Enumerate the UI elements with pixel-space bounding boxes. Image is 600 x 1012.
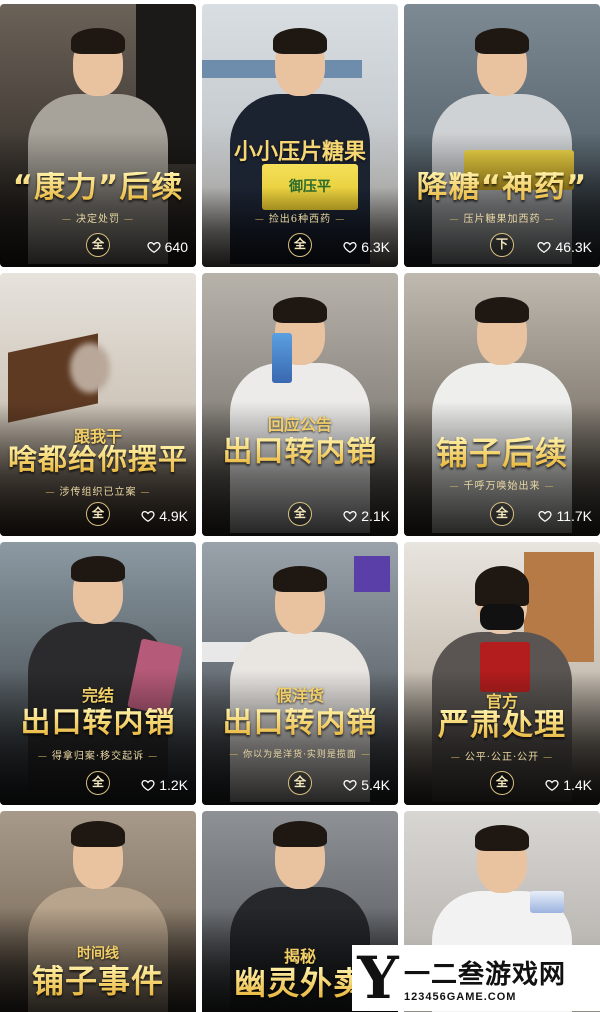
heart-outline-icon: [343, 779, 357, 792]
video-title: 出口转内销: [202, 437, 398, 467]
video-tile[interactable]: “康力”后续 决定处罚 全 640: [0, 4, 196, 267]
like-count: 1.4K: [545, 777, 592, 793]
like-count-value: 2.1K: [361, 508, 390, 524]
heart-outline-icon: [141, 779, 155, 792]
collection-badge: 全: [490, 502, 514, 526]
watermark-site-name: 一二叁游戏网: [404, 959, 567, 990]
collection-badge: 下: [490, 233, 514, 257]
like-count-value: 46.3K: [555, 239, 592, 255]
heart-outline-icon: [343, 241, 357, 254]
video-subtitle: 决定处罚: [0, 210, 196, 225]
collection-badge: 全: [86, 233, 110, 257]
face-mask: [480, 604, 524, 630]
collection-badge: 全: [490, 771, 514, 795]
video-title: 啥都给你摆平: [0, 445, 196, 474]
video-subtitle: 公平·公正·公开: [404, 748, 600, 763]
video-tile[interactable]: 官方 严肃处理 公平·公正·公开 全 1.4K: [404, 542, 600, 805]
like-count: 4.9K: [141, 508, 188, 524]
collection-badge: 全: [288, 502, 312, 526]
video-tag: 假洋货: [275, 686, 324, 705]
blurred-figure: [70, 343, 110, 393]
video-headline: 小小压片糖果: [233, 140, 366, 165]
video-title: 铺子后续: [404, 437, 600, 469]
watermark-url: 123456GAME.COM: [404, 990, 517, 1003]
video-title: 出口转内销: [202, 708, 398, 738]
video-subtitle: 涉传组织已立案: [0, 483, 196, 498]
video-tile[interactable]: 小小压片糖果 御压平 捡出6种西药 全 6.3K: [202, 4, 398, 267]
video-title: 降糖“神药”: [404, 172, 600, 203]
watermark-logo-letter: Y: [357, 944, 399, 1012]
like-count: 6.3K: [343, 239, 390, 255]
heart-outline-icon: [538, 510, 552, 523]
heart-outline-icon: [545, 779, 559, 792]
product-box: [530, 891, 564, 913]
video-title: “康力”后续: [0, 172, 196, 203]
collection-badge: 全: [288, 771, 312, 795]
like-count-value: 11.7K: [556, 508, 592, 524]
video-tile[interactable]: 时间线 铺子事件: [0, 811, 196, 1012]
video-tile[interactable]: 完结 出口转内销 得拿归案·移交起诉 全 1.2K: [0, 542, 196, 805]
video-tile[interactable]: 铺子后续 千呼万唤始出来 全 11.7K: [404, 273, 600, 536]
collection-badge: 全: [288, 233, 312, 257]
like-count-value: 1.4K: [563, 777, 592, 793]
site-watermark: Y 一二叁游戏网 123456GAME.COM: [352, 945, 600, 1011]
video-subtitle: 压片糖果加西药: [404, 210, 600, 225]
like-count: 2.1K: [343, 508, 390, 524]
heart-outline-icon: [141, 510, 155, 523]
collection-badge: 全: [86, 502, 110, 526]
heart-outline-icon: [537, 241, 551, 254]
video-tag: 时间线: [77, 946, 119, 962]
collection-badge: 全: [86, 771, 110, 795]
heart-outline-icon: [147, 241, 161, 254]
video-tag: 回应公告: [267, 415, 332, 434]
like-count: 11.7K: [538, 508, 592, 524]
heart-outline-icon: [343, 510, 357, 523]
video-subtitle: 你以为是洋货·实则是揽面: [202, 747, 398, 760]
like-count: 1.2K: [141, 777, 188, 793]
video-grid: “康力”后续 决定处罚 全 640 小小压片糖果 御压平 捡出6种西药 全 6.…: [0, 0, 600, 1012]
video-title: 出口转内销: [0, 708, 196, 738]
like-count-value: 4.9K: [159, 508, 188, 524]
like-count-value: 1.2K: [159, 777, 188, 793]
like-count-value: 6.3K: [361, 239, 390, 255]
video-subtitle: 捡出6种西药: [202, 210, 398, 225]
video-tile[interactable]: 回应公告 出口转内销 全 2.1K: [202, 273, 398, 536]
video-tile[interactable]: 降糖“神药” 压片糖果加西药 下 46.3K: [404, 4, 600, 267]
product-tube: [272, 333, 292, 383]
like-count: 46.3K: [537, 239, 592, 255]
like-count: 640: [147, 239, 188, 255]
video-tile[interactable]: 假洋货 出口转内销 你以为是洋货·实则是揽面 全 5.4K: [202, 542, 398, 805]
like-count-value: 5.4K: [361, 777, 390, 793]
video-subtitle: 千呼万唤始出来: [404, 477, 600, 492]
video-title: 铺子事件: [0, 965, 196, 997]
like-count-value: 640: [164, 239, 188, 255]
video-title: 严肃处理: [404, 710, 600, 741]
video-tag: 完结: [81, 686, 114, 705]
video-subtitle: 得拿归案·移交起诉: [0, 747, 196, 762]
like-count: 5.4K: [343, 777, 390, 793]
video-tile[interactable]: 跟我干 啥都给你摆平 涉传组织已立案 全 4.9K: [0, 273, 196, 536]
